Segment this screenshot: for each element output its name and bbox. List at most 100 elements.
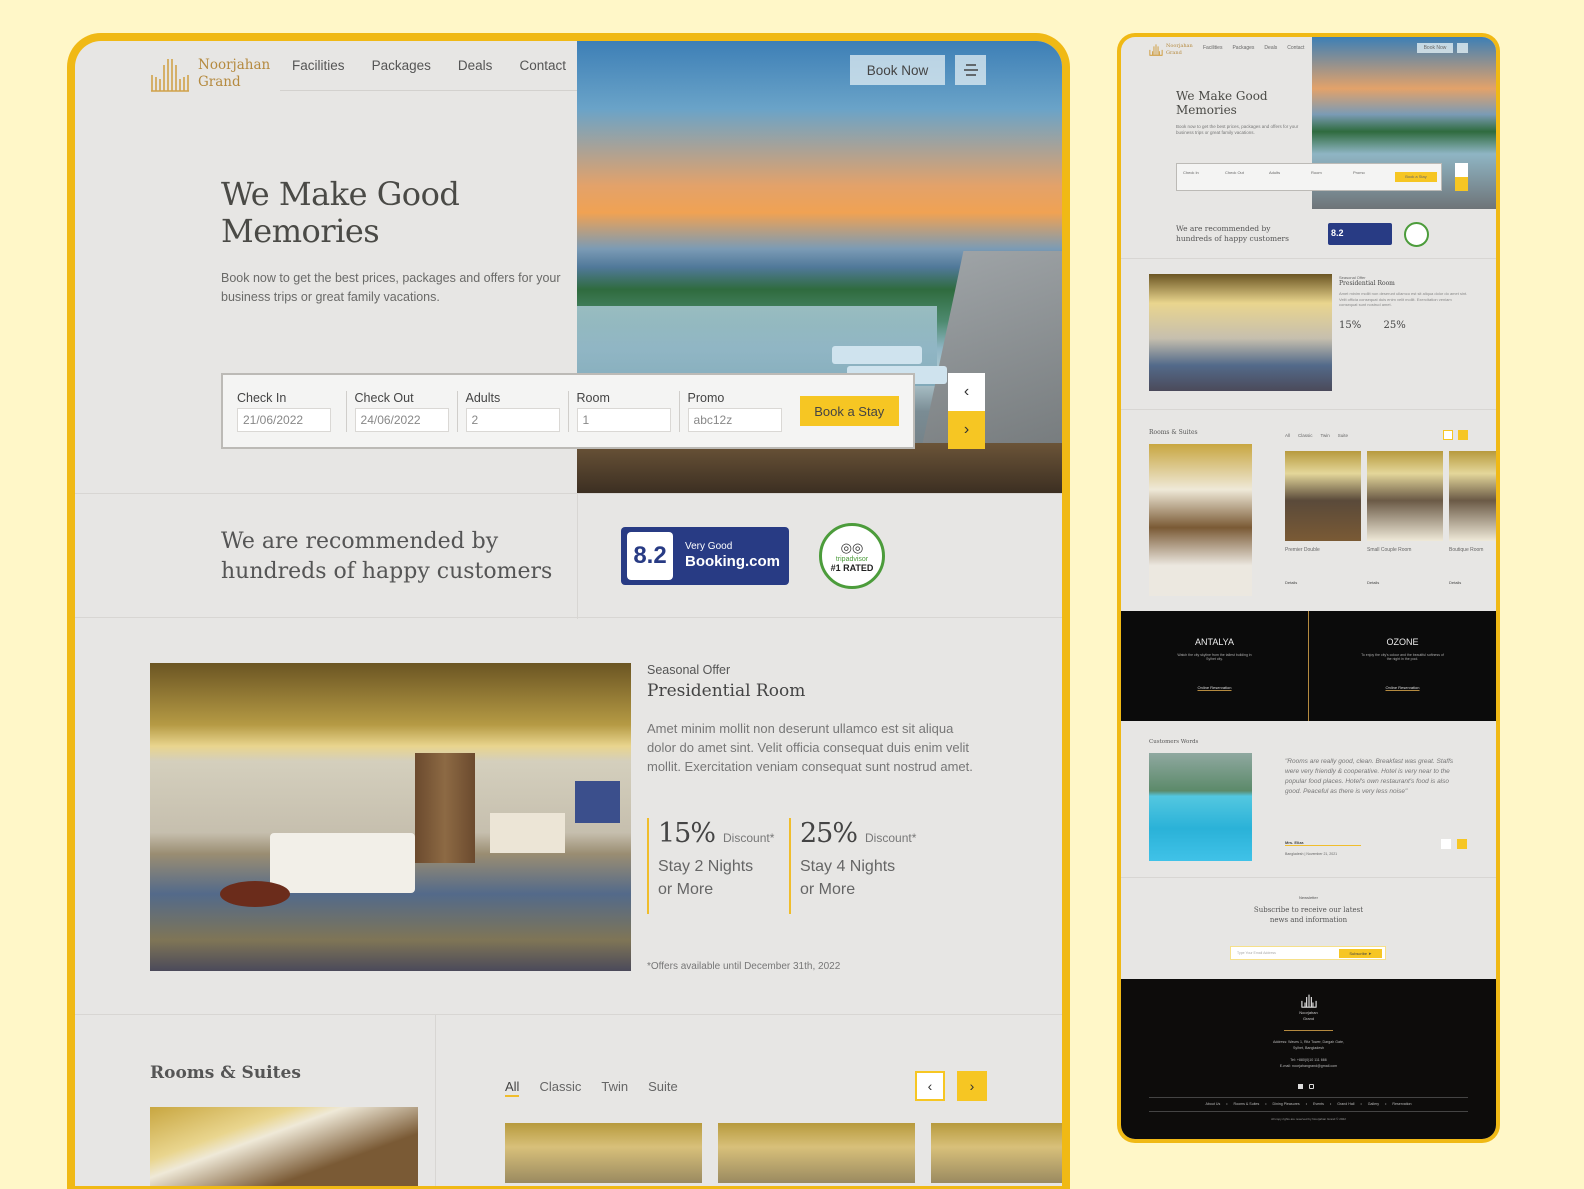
venue-antalya-desc: Watch the city skyline from the tallest … xyxy=(1177,653,1252,661)
recommend-line2: hundreds of happy customers xyxy=(1176,234,1289,243)
filter-classic[interactable]: Classic xyxy=(1298,433,1313,438)
rooms-prev-button[interactable]: ‹ xyxy=(915,1071,945,1101)
adults-label: Adults xyxy=(1269,170,1281,175)
venues-section: ANTALYA Watch the city skyline from the … xyxy=(1121,611,1496,721)
brand-name-line2: Grand xyxy=(1302,1016,1315,1021)
stay-line1: Stay 2 Nights xyxy=(658,858,754,875)
mini-logo: Noorjahan Grand xyxy=(1149,43,1193,56)
book-now-button[interactable]: Book Now xyxy=(1417,43,1453,53)
testimonial-next-button[interactable] xyxy=(1457,839,1467,849)
room-card-image[interactable] xyxy=(505,1123,702,1183)
discount-stay: Stay 4 Nights or More xyxy=(800,855,914,901)
discount-stay: Stay 2 Nights or More xyxy=(658,855,772,901)
footer-link-gallery[interactable]: Gallery xyxy=(1368,1102,1379,1106)
discount-percent: 25% xyxy=(800,818,858,849)
venue-antalya-title: ANTALYA xyxy=(1194,637,1234,647)
nav-packages[interactable]: Packages xyxy=(1232,45,1254,51)
filter-all[interactable]: All xyxy=(1285,433,1290,438)
rooms-suites-section: Rooms & Suites All Classic Twin Suite ‹ … xyxy=(75,1014,1062,1186)
check-out-label: Check Out xyxy=(1225,170,1244,175)
footer-link-events[interactable]: Events xyxy=(1313,1102,1324,1106)
room-card-image[interactable] xyxy=(1367,451,1443,541)
desk-shape xyxy=(490,813,565,853)
email-input[interactable]: Type Your Email Address xyxy=(1237,951,1276,955)
offer-description: Amet minim mollit non deserunt ullamco e… xyxy=(647,721,973,774)
rooms-next-button[interactable] xyxy=(1458,430,1468,440)
promo-input[interactable] xyxy=(687,407,782,432)
desktop-mockup-frame: Noorjahan Grand Facilities Packages Deal… xyxy=(67,33,1070,1189)
filter-twin[interactable]: Twin xyxy=(601,1079,628,1097)
filter-twin[interactable]: Twin xyxy=(1321,433,1330,438)
tripadvisor-brand: tripadvisor xyxy=(835,555,869,563)
room-details-link[interactable]: Details xyxy=(1285,580,1297,585)
nav-deals[interactable]: Deals xyxy=(1264,45,1277,51)
logo[interactable]: Noorjahan Grand xyxy=(150,55,270,93)
newsletter-tag: Newsletter xyxy=(1299,895,1318,900)
room-card-image[interactable] xyxy=(1285,451,1361,541)
nav-contact[interactable]: Contact xyxy=(1287,45,1304,51)
venue-antalya-reservation-link[interactable]: Online Reservation xyxy=(1121,685,1308,690)
logo-icon xyxy=(1149,44,1163,56)
brand-name-line1: Noorjahan xyxy=(1166,43,1193,50)
hero-next-button[interactable] xyxy=(1455,177,1468,191)
venue-divider xyxy=(1308,611,1309,721)
footer-link-dining[interactable]: Dining Pleasures xyxy=(1273,1102,1300,1106)
footer-link-grand-hall[interactable]: Grand Hall xyxy=(1337,1102,1354,1106)
menu-button[interactable] xyxy=(1457,43,1468,53)
filter-suite[interactable]: Suite xyxy=(648,1079,678,1097)
booking-com-badge[interactable]: 8.2 xyxy=(1328,223,1392,245)
footer-link-reservation[interactable]: Reservation xyxy=(1392,1102,1411,1106)
mini-logo-text: Noorjahan Grand xyxy=(1166,43,1193,56)
nav-facilities[interactable]: Facilities xyxy=(1203,45,1222,51)
filter-all[interactable]: All xyxy=(505,1079,520,1097)
subscribe-button[interactable]: Subscribe ➤ xyxy=(1339,949,1382,958)
footer-email[interactable]: E-mail: noorjahangrand@gmail.com xyxy=(1280,1064,1337,1068)
check-in-label: Check In xyxy=(237,390,287,405)
hero-prev-button[interactable]: ‹ xyxy=(948,373,985,411)
room-filters: All Classic Twin Suite xyxy=(505,1079,678,1097)
main-nav: Facilities Packages Deals Contact xyxy=(280,41,578,91)
adults-label: Adults xyxy=(465,390,501,405)
testimonial-meta: Bangladesh | November 21, 2021 xyxy=(1285,852,1338,856)
room-details-link[interactable]: Details xyxy=(1449,580,1461,585)
hero-prev-button[interactable] xyxy=(1455,163,1468,177)
footer-link-about[interactable]: About Us xyxy=(1205,1102,1220,1106)
filter-classic[interactable]: Classic xyxy=(539,1079,581,1097)
venue-ozone-reservation-link[interactable]: Online Reservation xyxy=(1309,685,1496,690)
filter-suite[interactable]: Suite xyxy=(1338,433,1348,438)
nav-packages[interactable]: Packages xyxy=(372,58,431,73)
rooms-title: Rooms & Suites xyxy=(1149,429,1198,436)
newsletter-heading: Subscribe to receive our latest news and … xyxy=(1121,905,1496,925)
room-input[interactable] xyxy=(576,407,671,432)
mini-hero-title: We Make Good Memories xyxy=(1176,89,1268,117)
check-in-input[interactable] xyxy=(237,407,331,432)
booking-com-badge[interactable]: 8.2 Very Good Booking.com xyxy=(621,527,789,585)
testimonial-prev-button[interactable] xyxy=(1441,839,1451,849)
rooms-prev-button[interactable] xyxy=(1443,430,1453,440)
tripadvisor-badge[interactable]: ◎◎ tripadvisor #1 RATED xyxy=(819,523,885,589)
rooms-next-button[interactable]: › xyxy=(957,1071,987,1101)
separator-dot: • xyxy=(1265,1102,1267,1106)
facebook-icon[interactable] xyxy=(1298,1084,1303,1089)
adults-input[interactable] xyxy=(465,407,560,432)
offer-note: *Offers available until December 31th, 2… xyxy=(647,961,841,972)
menu-button[interactable] xyxy=(955,55,986,85)
hero-next-button[interactable]: › xyxy=(948,411,985,449)
check-out-input[interactable] xyxy=(354,407,449,432)
nav-facilities[interactable]: Facilities xyxy=(292,58,345,73)
instagram-icon[interactable] xyxy=(1309,1084,1314,1089)
book-now-button[interactable]: Book Now xyxy=(850,55,945,85)
book-a-stay-button[interactable]: Book a Stay xyxy=(799,396,899,426)
room-card-image[interactable] xyxy=(1449,451,1496,541)
nav-deals[interactable]: Deals xyxy=(458,58,493,73)
room-card-image[interactable] xyxy=(718,1123,915,1183)
room-card-image[interactable] xyxy=(931,1123,1062,1183)
nav-contact[interactable]: Contact xyxy=(519,58,566,73)
stay-line1: Stay 4 Nights xyxy=(800,858,896,875)
tripadvisor-badge[interactable] xyxy=(1404,222,1429,247)
promo-field: Promo xyxy=(678,390,790,432)
book-a-stay-button[interactable]: Book a Stay xyxy=(1395,172,1437,182)
room-details-link[interactable]: Details xyxy=(1367,580,1379,585)
offer-room-name: Presidential Room xyxy=(1339,280,1395,287)
footer-link-rooms[interactable]: Rooms & Suites xyxy=(1234,1102,1260,1106)
